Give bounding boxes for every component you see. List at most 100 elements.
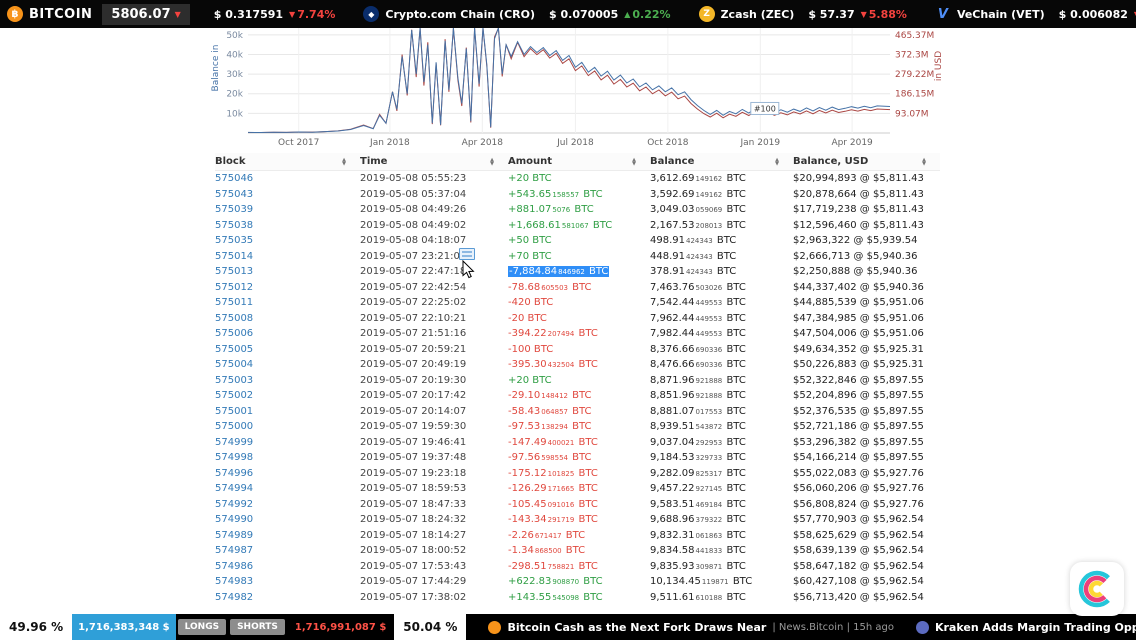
shorts-percent: 50.04 % [394, 614, 467, 640]
sort-icon[interactable]: ▲ ▼ [775, 157, 779, 166]
amount-cell: -97.53138294 BTC [508, 421, 592, 433]
amount-cell: -2.26671417 BTC [508, 529, 586, 541]
block-link[interactable]: 574999 [215, 437, 360, 448]
block-link[interactable]: 574998 [215, 452, 360, 463]
balance-usd-cell: $44,885,539 @ $5,951.06 [793, 297, 924, 309]
balance-cell: 8,881.07017553 BTC [650, 405, 746, 417]
block-link[interactable]: 575046 [215, 173, 360, 184]
amount-cell: -7,884.84846962 BTC [508, 266, 650, 278]
balance-usd-cell: $47,384,985 @ $5,951.06 [793, 312, 924, 324]
amount-cell: +1,668.61581067 BTC [508, 219, 613, 231]
block-link[interactable]: 575001 [215, 406, 360, 417]
block-link[interactable]: 574982 [215, 592, 360, 603]
balance-cell: 3,612.69149162 BTC [650, 173, 746, 185]
block-link[interactable]: 574994 [215, 483, 360, 494]
time-cell: 2019-05-07 22:42:54 [360, 281, 467, 293]
block-link[interactable]: 575008 [215, 313, 360, 324]
block-link[interactable]: 575013 [215, 266, 360, 277]
sort-icon[interactable]: ▲ ▼ [922, 157, 926, 166]
sort-icon[interactable]: ▲ ▼ [632, 157, 636, 166]
column-header-amount[interactable]: Amount ▲ ▼ [508, 156, 650, 167]
block-link[interactable]: 575000 [215, 421, 360, 432]
amount-cell: -97.56598554 BTC [508, 452, 592, 464]
sort-icon[interactable]: ▲ ▼ [490, 157, 494, 166]
column-label: Balance, USD [793, 156, 869, 167]
amount-cell: -394.22207494 BTC [508, 328, 598, 340]
balance-usd-cell: $55,022,083 @ $5,927.76 [793, 467, 924, 479]
column-header-balance-usd[interactable]: Balance, USD ▲ ▼ [793, 156, 940, 167]
news-item[interactable]: Kraken Adds Margin Trading Opportunity i… [915, 620, 1136, 634]
column-header-block[interactable]: Block ▲ ▼ [215, 156, 360, 167]
block-link[interactable]: 575043 [215, 189, 360, 200]
balance-usd-cell: $47,504,006 @ $5,951.06 [793, 328, 924, 340]
column-header-time[interactable]: Time ▲ ▼ [360, 156, 508, 167]
amount-cell: -105.45091016 BTC [508, 498, 598, 510]
svg-text:20k: 20k [226, 90, 243, 100]
block-link[interactable]: 574983 [215, 576, 360, 587]
block-link[interactable]: 575035 [215, 235, 360, 246]
amount-cell: -175.12101825 BTC [508, 467, 598, 479]
block-link[interactable]: 575012 [215, 282, 360, 293]
balance-cell: 498.91424343 BTC [650, 235, 737, 247]
balance-cell: 9,037.04292953 BTC [650, 436, 746, 448]
block-link[interactable]: 575011 [215, 297, 360, 308]
change-percent: 0.22% [632, 7, 671, 21]
balance-cell: 9,457.22927145 BTC [650, 483, 746, 495]
amount-cell: +622.83908870 BTC [508, 576, 603, 588]
news-item[interactable]: Bitcoin Cash as the Next Fork Draws Near… [488, 620, 894, 634]
time-cell: 2019-05-07 17:44:29 [360, 576, 467, 588]
block-link[interactable]: 575038 [215, 220, 360, 231]
news-headline[interactable]: Bitcoin Cash as the Next Fork Draws Near [507, 621, 766, 634]
balance-usd-cell: $52,376,535 @ $5,897.55 [793, 405, 924, 417]
svg-text:Oct 2018: Oct 2018 [647, 138, 689, 148]
longs-value: 1,716,383,348 $ [72, 614, 176, 640]
block-link[interactable]: 575005 [215, 344, 360, 355]
block-link[interactable]: 575002 [215, 390, 360, 401]
table-row: 575005 2019-05-07 20:59:21 -100 BTC 8,376.6… [215, 342, 940, 358]
block-link[interactable]: 574996 [215, 468, 360, 479]
balance-usd-cell: $52,322,846 @ $5,897.55 [793, 374, 924, 386]
top-ticker-bar: ฿ BITCOIN 5806.07 ▼ $ 0.317591 ▼ 7.74% ◆ Cry… [0, 0, 1136, 28]
longs-button[interactable]: LONGS [177, 619, 227, 635]
news-headline[interactable]: Kraken Adds Margin Trading Opportunity i… [935, 621, 1136, 634]
table-row: 575003 2019-05-07 20:19:30 +20 BTC 8,871.96… [215, 373, 940, 389]
block-link[interactable]: 575006 [215, 328, 360, 339]
column-header-balance[interactable]: Balance ▲ ▼ [650, 156, 793, 167]
ticker-item[interactable]: Z Zcash (ZEC) $ 57.37 ▼ 5.88% [698, 6, 907, 22]
coin-ticker-items: $ 0.317591 ▼ 7.74% ◆ Crypto.com Chain (CRO) $… [206, 5, 1136, 23]
table-row: 574996 2019-05-07 19:23:18 -175.12101825 B… [215, 466, 940, 482]
block-link[interactable]: 574992 [215, 499, 360, 510]
block-link[interactable]: 574986 [215, 561, 360, 572]
block-link[interactable]: 575003 [215, 375, 360, 386]
block-link[interactable]: 574990 [215, 514, 360, 525]
block-link[interactable]: 574987 [215, 545, 360, 556]
table-row: 575011 2019-05-07 22:25:02 -420 BTC 7,542.4… [215, 295, 940, 311]
ticker-item[interactable]: $ 0.317591 ▼ 7.74% [206, 8, 336, 21]
change-percent: 5.88% [868, 7, 907, 21]
balance-usd-cell: $54,166,214 @ $5,897.55 [793, 452, 924, 464]
balance-usd-cell: $12,596,460 @ $5,811.43 [793, 219, 924, 231]
block-link[interactable]: 575014 [215, 251, 360, 262]
coingape-favicon-icon [915, 620, 929, 634]
balance-cell: 3,049.03059069 BTC [650, 204, 746, 216]
time-cell: 2019-05-07 20:17:42 [360, 390, 467, 402]
news-bitcoin-favicon-icon [488, 620, 502, 634]
bitcoin-price-widget[interactable]: ฿ BITCOIN 5806.07 ▼ [0, 3, 190, 25]
amount-cell: -298.51758821 BTC [508, 560, 598, 572]
table-row: 575013 2019-05-07 22:47:18 -7,884.84846962… [215, 264, 940, 280]
table-row: 575008 2019-05-07 22:10:21 -20 BTC 7,962.44… [215, 311, 940, 327]
amount-cell: -1.34868500 BTC [508, 545, 586, 557]
time-cell: 2019-05-07 18:00:52 [360, 545, 467, 557]
time-cell: 2019-05-07 22:47:18 [360, 266, 467, 278]
ticker-item[interactable]: ◆ Crypto.com Chain (CRO) $ 0.070005 ▲ 0.22% [363, 6, 671, 22]
balance-history-chart[interactable]: 50k 465.37M 40k 372.3M 30k 279.22M 20k 186.15M 1… [208, 27, 948, 152]
ticker-item[interactable]: VVeChain (VET)$ 0.006082▼4.37% [935, 6, 1136, 22]
balance-usd-cell: $2,963,322 @ $5,939.54 [793, 235, 918, 247]
shorts-button[interactable]: SHORTS [230, 619, 285, 635]
sort-icon[interactable]: ▲ ▼ [342, 157, 346, 166]
block-link[interactable]: 574989 [215, 530, 360, 541]
bitcoin-price-box: 5806.07 ▼ [102, 3, 190, 25]
block-link[interactable]: 575039 [215, 204, 360, 215]
block-link[interactable]: 575004 [215, 359, 360, 370]
table-row: 574989 2019-05-07 18:14:27 -2.26671417 BTC… [215, 528, 940, 544]
